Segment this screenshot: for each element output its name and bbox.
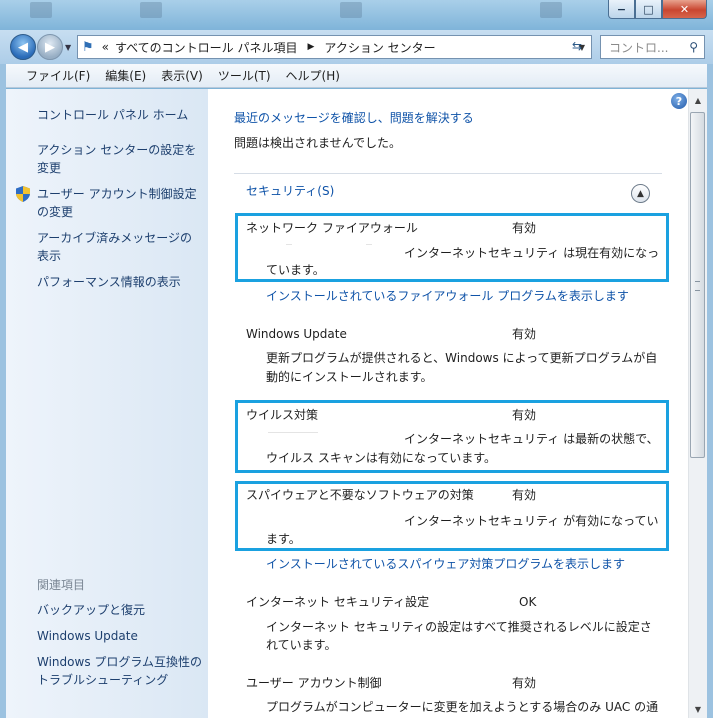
scroll-down-arrow-icon[interactable]: ▼ [691, 702, 705, 716]
help-icon[interactable]: ? [671, 93, 687, 109]
firewall-status: 有効 [512, 221, 537, 235]
uac-status: 有効 [512, 676, 537, 690]
sidebar-link-line: 表示 [37, 249, 62, 263]
taskbar-thumbnail [340, 2, 362, 18]
sidebar-change-action-center-settings[interactable]: アクション センターの設定を 変更 [37, 141, 196, 177]
redacted-mark [286, 244, 292, 245]
firewall-desc-line: ています。 [266, 263, 325, 277]
firewall-name: ネットワーク ファイアウォール [246, 221, 418, 235]
sidebar-link-line: トラブルシューティング [37, 673, 169, 687]
page-heading: 最近のメッセージを確認し、問題を解決する [234, 111, 474, 125]
divider [234, 173, 662, 174]
uac-name: ユーザー アカウント制御 [246, 676, 382, 690]
inet-settings-name: インターネット セキュリティ設定 [246, 595, 430, 609]
sidebar-link-line: アクション センターの設定を [37, 143, 197, 157]
scrollbar-thumb[interactable] [690, 112, 705, 458]
back-button[interactable]: ◀ [10, 34, 36, 60]
virus-name: ウイルス対策 [246, 408, 319, 422]
spyware-desc-line: ます。 [266, 532, 301, 546]
taskbar-thumbnail [30, 2, 52, 18]
virus-desc-line: ウイルス スキャンは有効になっています。 [266, 451, 497, 465]
chevron-up-icon: ▲ [637, 188, 644, 199]
minimize-button[interactable]: − [608, 0, 635, 19]
no-problems-text: 問題は検出されませんでした。 [234, 136, 402, 150]
menu-file[interactable]: ファイル(F) [26, 67, 90, 84]
firewall-desc-line: インターネットセキュリティ は現在有効になっ [404, 246, 660, 260]
spyware-name: スパイウェアと不要なソフトウェアの対策 [246, 488, 474, 502]
view-firewall-programs-link[interactable]: インストールされているファイアウォール プログラムを表示します [266, 287, 629, 306]
breadcrumb-overflow[interactable]: « [102, 40, 109, 54]
menu-tools[interactable]: ツール(T) [218, 67, 271, 84]
search-placeholder: コントロ... [609, 40, 669, 55]
redacted-mark [268, 432, 318, 433]
menu-edit[interactable]: 編集(E) [105, 67, 146, 84]
menu-view[interactable]: 表示(V) [161, 67, 203, 84]
breadcrumb-action-center[interactable]: アクション センター [324, 39, 435, 56]
sidebar-link-line: 変更 [37, 161, 62, 175]
maximize-button[interactable]: □ [635, 0, 662, 19]
taskbar-thumbnail [540, 2, 562, 18]
title-bar: − □ ✕ [0, 0, 713, 30]
address-bar[interactable]: ⚑ « すべてのコントロール パネル項目 ▶ アクション センター ▼ [77, 35, 592, 59]
update-status: 有効 [512, 327, 537, 341]
sidebar-related-title: 関連項目 [37, 578, 86, 592]
update-desc-line: 更新プログラムが提供されると、Windows によって更新プログラムが自 [266, 351, 658, 365]
sidebar-link-line: の変更 [37, 205, 74, 219]
spyware-status: 有効 [512, 488, 537, 502]
history-dropdown-icon[interactable]: ▼ [65, 43, 71, 52]
inet-desc-line: れています。 [266, 638, 337, 652]
spyware-desc-line: インターネットセキュリティ が有効になってい [404, 514, 659, 528]
sidebar-control-panel-home[interactable]: コントロール パネル ホーム [37, 106, 188, 124]
sidebar: コントロール パネル ホーム アクション センターの設定を 変更 ユーザー アカ… [6, 89, 208, 718]
virus-status: 有効 [512, 408, 537, 422]
security-section-header[interactable]: セキュリティ(S) [246, 182, 334, 201]
forward-button[interactable]: ▶ [37, 34, 63, 60]
search-icon[interactable]: ⚲ [689, 40, 698, 54]
window-frame-right [707, 64, 713, 718]
update-desc-line: 動的にインストールされます。 [266, 370, 433, 384]
taskbar-thumbnail [140, 2, 162, 18]
navigation-bar: ◀ ▶ ▼ ⚑ « すべてのコントロール パネル項目 ▶ アクション センター … [0, 30, 713, 64]
sidebar-view-archived-messages[interactable]: アーカイブ済みメッセージの 表示 [37, 229, 192, 265]
sidebar-change-uac-settings[interactable]: ユーザー アカウント制御設定 の変更 [37, 185, 197, 221]
arrow-right-icon: ▶ [45, 39, 55, 55]
redacted-mark [366, 244, 372, 245]
collapse-section-button[interactable]: ▲ [631, 184, 650, 203]
sidebar-view-performance-info[interactable]: パフォーマンス情報の表示 [37, 273, 181, 291]
menu-help[interactable]: ヘルプ(H) [286, 67, 340, 84]
sidebar-program-compatibility[interactable]: Windows プログラム互換性の トラブルシューティング [37, 653, 202, 689]
sidebar-link-line: アーカイブ済みメッセージの [37, 231, 193, 245]
close-button[interactable]: ✕ [662, 0, 707, 19]
sidebar-link-line: Windows プログラム互換性の [37, 655, 203, 669]
refresh-icon[interactable]: ⇆ [572, 39, 582, 53]
action-center-flag-icon: ⚑ [82, 39, 94, 55]
uac-desc-line: プログラムがコンピューターに変更を加えようとする場合のみ UAC の通 [266, 700, 659, 714]
scroll-up-arrow-icon[interactable]: ▲ [691, 93, 705, 107]
inet-desc-line: インターネット セキュリティの設定はすべて推奨されるレベルに設定さ [266, 620, 652, 634]
inet-settings-status: OK [519, 595, 537, 609]
search-input[interactable]: コントロ... ⚲ [600, 35, 705, 59]
sidebar-backup-restore[interactable]: バックアップと復元 [37, 601, 145, 619]
view-spyware-programs-link[interactable]: インストールされているスパイウェア対策プログラムを表示します [266, 555, 625, 574]
update-name: Windows Update [246, 327, 347, 341]
sidebar-link-line: ユーザー アカウント制御設定 [37, 187, 197, 201]
menu-bar: ファイル(F) 編集(E) 表示(V) ツール(T) ヘルプ(H) [6, 64, 707, 88]
breadcrumb-separator-icon[interactable]: ▶ [308, 42, 315, 52]
breadcrumb-all-control-panel[interactable]: すべてのコントロール パネル項目 [115, 39, 298, 56]
arrow-left-icon: ◀ [18, 39, 28, 55]
sidebar-windows-update[interactable]: Windows Update [37, 627, 138, 645]
virus-desc-line: インターネットセキュリティ は最新の状態で、 [404, 432, 659, 446]
window-controls: − □ ✕ [608, 0, 707, 20]
uac-shield-icon [16, 186, 30, 202]
main-content: 最近のメッセージを確認し、問題を解決する 問題は検出されませんでした。 セキュリ… [208, 89, 688, 718]
